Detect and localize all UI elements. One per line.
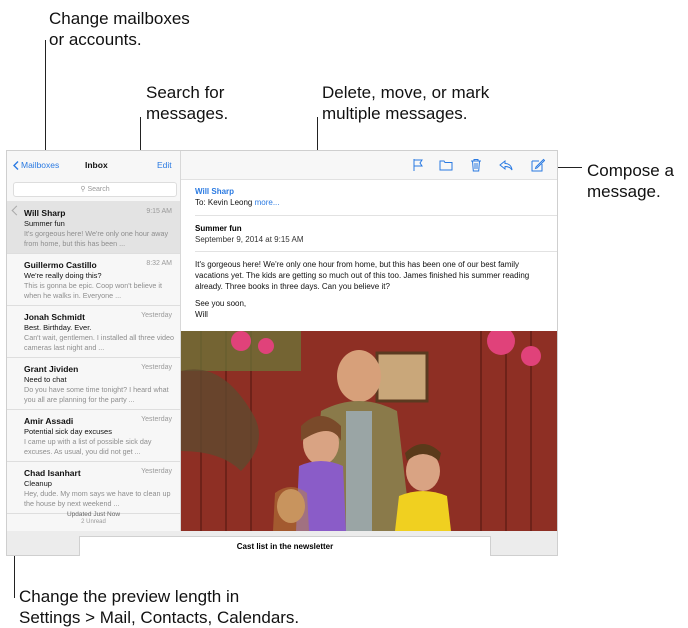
- sidebar-nav-bar: Mailboxes Inbox Edit: [7, 151, 180, 179]
- message-sender: Will Sharp: [24, 208, 66, 218]
- message-date: September 9, 2014 at 9:15 AM: [195, 235, 304, 244]
- signoff-text: See you soon,: [195, 299, 247, 308]
- message-row[interactable]: Will Sharp 9:15 AM Summer fun It's gorge…: [7, 201, 180, 254]
- inbox-title: Inbox: [85, 160, 108, 170]
- message-subject-title: Summer fun: [195, 224, 242, 233]
- draft-popup-tab[interactable]: Cast list in the newsletter: [79, 536, 491, 556]
- family-photo: [181, 331, 557, 531]
- update-status: Updated Just Now 2 Unread: [7, 511, 180, 525]
- signature-text: Will: [195, 310, 208, 319]
- message-subject: Need to chat: [24, 375, 67, 384]
- ipad-mail-screen: Mailboxes Inbox Edit ⚲ Search Will Sharp…: [6, 150, 558, 556]
- leader-line-mailboxes: [45, 40, 46, 160]
- search-icon: ⚲: [80, 186, 86, 193]
- updated-text: Updated Just Now: [66, 511, 121, 518]
- body-paragraph: It's gorgeous here! We're only one hour …: [195, 260, 530, 291]
- unread-count: 2 Unread: [81, 519, 106, 525]
- message-row[interactable]: Chad Isanhart Yesterday Cleanup Hey, dud…: [7, 461, 180, 514]
- mailbox-sidebar: Mailboxes Inbox Edit ⚲ Search Will Sharp…: [7, 151, 181, 555]
- message-sender: Guillermo Castillo: [24, 260, 97, 270]
- message-header: Will Sharp To: Kevin Leong more...: [195, 187, 280, 207]
- message-row[interactable]: Guillermo Castillo 8:32 AM We're really …: [7, 253, 180, 306]
- message-subject: Cleanup: [24, 479, 52, 488]
- message-body: It's gorgeous here! We're only one hour …: [195, 259, 545, 320]
- edit-button[interactable]: Edit: [157, 160, 172, 170]
- message-toolbar: [181, 151, 557, 180]
- reply-icon[interactable]: [499, 158, 513, 172]
- message-time: Yesterday: [141, 468, 172, 475]
- subject-divider: [195, 251, 557, 252]
- message-subject: Best. Birthday. Ever.: [24, 323, 92, 332]
- subject-block: Summer fun September 9, 2014 at 9:15 AM: [195, 224, 304, 244]
- body-signoff: See you soon, Will: [195, 298, 545, 320]
- message-sender: Chad Isanhart: [24, 468, 81, 478]
- search-placeholder: Search: [87, 186, 110, 193]
- unread-chevron-icon: [11, 205, 22, 216]
- message-detail-pane: Will Sharp To: Kevin Leong more... Summe…: [181, 151, 557, 555]
- message-subject: We're really doing this?: [24, 271, 102, 280]
- message-sender: Grant Jividen: [24, 364, 79, 374]
- message-subject: Summer fun: [24, 219, 65, 228]
- message-sender: Amir Assadi: [24, 416, 74, 426]
- recipient-line: To: Kevin Leong more...: [195, 198, 280, 207]
- callout-preview-length: Change the preview length in Settings > …: [19, 587, 300, 627]
- callout-change-mailboxes: Change mailboxes or accounts.: [49, 9, 190, 49]
- message-preview: Hey, dude. My mom says we have to clean …: [24, 489, 171, 508]
- message-preview: I came up with a list of possible sick d…: [24, 437, 152, 456]
- message-sender: Jonah Schmidt: [24, 312, 85, 322]
- more-link[interactable]: more...: [255, 198, 280, 207]
- message-row[interactable]: Jonah Schmidt Yesterday Best. Birthday. …: [7, 305, 180, 358]
- header-divider: [195, 215, 557, 216]
- message-preview: Do you have some time tonight? I heard w…: [24, 385, 169, 404]
- message-preview: Can't wait, gentlemen. I installed all t…: [24, 333, 174, 352]
- message-time: Yesterday: [141, 312, 172, 319]
- message-row[interactable]: Amir Assadi Yesterday Potential sick day…: [7, 409, 180, 462]
- trash-icon[interactable]: [469, 158, 483, 172]
- mailboxes-label: Mailboxes: [21, 160, 60, 170]
- message-time: Yesterday: [141, 364, 172, 371]
- callout-compose: Compose a message.: [587, 161, 674, 201]
- mailboxes-back-button[interactable]: Mailboxes: [13, 160, 59, 170]
- chevron-left-icon: [13, 160, 19, 170]
- message-time: 9:15 AM: [146, 208, 172, 215]
- message-time: Yesterday: [141, 416, 172, 423]
- message-row[interactable]: Grant Jividen Yesterday Need to chat Do …: [7, 357, 180, 410]
- search-field[interactable]: ⚲ Search: [13, 182, 177, 197]
- sender-name[interactable]: Will Sharp: [195, 187, 280, 196]
- folder-icon[interactable]: [439, 158, 453, 172]
- flag-icon[interactable]: [411, 158, 425, 172]
- message-time: 8:32 AM: [146, 260, 172, 267]
- message-preview: It's gorgeous here! We're only one hour …: [24, 229, 169, 248]
- message-subject: Potential sick day excuses: [24, 427, 112, 436]
- compose-icon[interactable]: [531, 158, 545, 172]
- callout-search: Search for messages.: [146, 83, 229, 123]
- callout-delete-move-mark: Delete, move, or mark multiple messages.: [322, 83, 490, 123]
- message-preview: This is gonna be epic. Coop won't believ…: [24, 281, 163, 300]
- recipient-label: To: Kevin Leong: [195, 198, 253, 207]
